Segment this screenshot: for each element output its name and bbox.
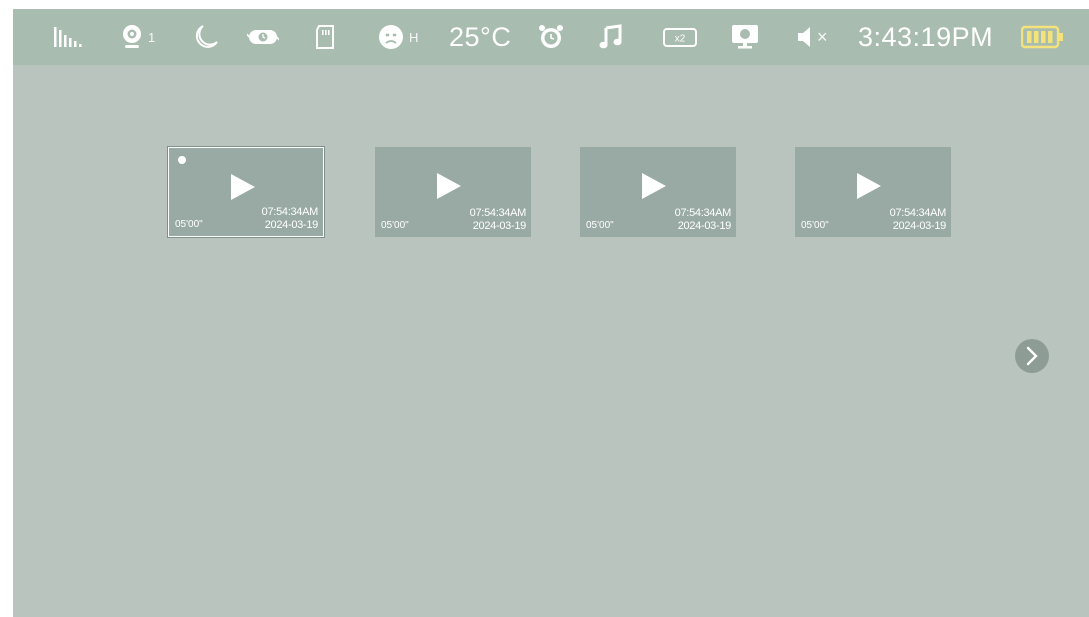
signal-bars-icon <box>53 9 89 65</box>
recording-date: 2024-03-19 <box>677 220 732 232</box>
clock-status: 3:43:19PM <box>858 9 993 65</box>
temperature-value: 25°C <box>449 21 512 52</box>
status-bar: 1 H 25°C x2 × 3:43:19PM <box>13 9 1089 65</box>
loop-icon <box>247 9 279 65</box>
recording-thumbnail[interactable]: 05'00" 07:54:34AM 2024-03-19 <box>795 147 951 237</box>
play-icon <box>857 173 881 199</box>
alarm-clock-icon <box>538 9 564 65</box>
recording-date: 2024-03-19 <box>892 220 947 232</box>
recording-thumbnail[interactable]: 05'00" 07:54:34AM 2024-03-19 <box>375 147 531 237</box>
selection-dot <box>178 156 186 164</box>
recording-duration: 05'00" <box>801 220 829 231</box>
baby-face-icon <box>377 24 405 50</box>
recording-time: 07:54:34AM <box>889 207 947 219</box>
screen-icon <box>730 9 760 65</box>
face-label: H <box>409 29 419 45</box>
battery-icon <box>1021 9 1065 65</box>
clock-value: 3:43:19PM <box>858 21 994 52</box>
battery-bar <box>1048 31 1053 43</box>
play-icon <box>642 173 666 199</box>
camera-number: 1 <box>148 29 156 45</box>
temperature-status: 25°C <box>449 9 511 65</box>
sd-card-icon <box>315 9 335 65</box>
recording-thumbnail[interactable]: 05'00" 07:54:34AM 2024-03-19 <box>580 147 736 237</box>
muted-mark: × <box>817 26 828 47</box>
recording-duration: 05'00" <box>586 220 614 231</box>
camera-status: 1 <box>120 9 155 65</box>
baby-face-status: H <box>377 9 418 65</box>
playback-screen: 1 H 25°C x2 × 3:43:19PM 05'00" 07:54:34A… <box>13 9 1089 617</box>
play-icon <box>437 173 461 199</box>
speaker-muted-icon <box>796 24 814 50</box>
next-page-button[interactable] <box>1015 339 1049 373</box>
recording-duration: 05'00" <box>381 220 409 231</box>
recording-date: 2024-03-19 <box>472 220 527 232</box>
chevron-right-icon <box>1026 346 1038 366</box>
zoom-x2-icon: x2 <box>663 9 697 65</box>
battery-bar <box>1041 31 1046 43</box>
recording-time: 07:54:34AM <box>674 207 732 219</box>
speaker-muted-status: × <box>796 9 828 65</box>
camera-icon <box>120 24 144 50</box>
battery-bar <box>1027 31 1032 43</box>
moon-icon <box>193 9 219 65</box>
recording-date: 2024-03-19 <box>264 219 319 231</box>
svg-text:x2: x2 <box>675 34 686 45</box>
recording-thumbnail[interactable]: 05'00" 07:54:34AM 2024-03-19 <box>167 146 325 238</box>
recording-duration: 05'00" <box>175 219 203 230</box>
battery-bar <box>1034 31 1039 43</box>
music-note-icon <box>598 9 624 65</box>
recording-time: 07:54:34AM <box>261 206 319 218</box>
recording-time: 07:54:34AM <box>469 207 527 219</box>
play-icon <box>231 174 255 200</box>
